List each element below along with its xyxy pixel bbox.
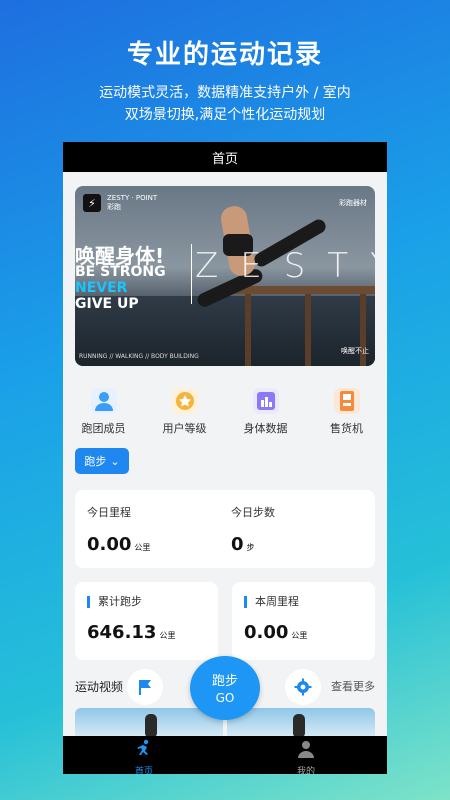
today-steps-unit: 步 [246,543,255,552]
promo-subtitle-line1: 运动模式灵活，数据精准支持户外 / 室内 [99,85,351,101]
week-distance-label: 本周里程 [244,596,307,608]
banner-railing-post [305,294,311,366]
tab-mine[interactable]: 我的 [225,736,387,774]
user-level-icon [171,388,198,414]
video-section-title: 运动视频 [75,680,124,694]
today-steps-value-row: 0步 [231,534,275,555]
banner-slogan: BE STRONG NEVER GIVE UP [75,264,166,312]
banner-slogan-2: NEVER [75,280,128,296]
banner-zesty-text: ZESTY [195,246,375,286]
total-run-value: 646.13 [87,622,157,643]
bottom-tab-bar: 首页 我的 [63,736,387,774]
banner-right-bottom: 唤醒不止 [341,347,369,355]
promo-subtitle: 运动模式灵活，数据精准支持户外 / 室内 双场景切换,满足个性化运动规划 [0,82,450,126]
person-icon [298,741,314,758]
banner-footer: RUNNING // WALKING // BODY BUILDING [79,353,199,360]
total-run-card[interactable]: 累计跑步 646.13 公里 [75,582,218,660]
quick-team-members-label: 跑团成员 [81,422,126,435]
flag-button[interactable] [127,669,163,705]
body-data-icon [252,388,279,414]
video-figure [145,714,157,738]
vending-machine-icon [333,388,360,414]
today-steps: 今日步数 0步 [231,504,275,555]
start-run-label: 跑步 [211,674,238,689]
quick-vending-machine-label: 售货机 [330,422,363,435]
banner-brand-line1: ZESTY · POINT [107,194,158,202]
promo-title: 专业的运动记录 [126,40,323,70]
view-more-link[interactable]: 查看更多 [331,678,375,694]
gear-icon [294,678,312,696]
today-steps-label: 今日步数 [231,506,275,519]
quick-team-members[interactable]: 跑团成员 [63,388,144,436]
week-distance-value-row: 0.00 公里 [244,622,307,643]
quick-user-level[interactable]: 用户等级 [144,388,225,436]
week-distance-value: 0.00 [244,622,289,643]
banner-slogan-1: BE STRONG [75,264,166,280]
page-title: 首页 [211,151,238,167]
week-distance-card[interactable]: 本周里程 0.00 公里 [232,582,375,660]
banner-railing-post [245,294,251,366]
promo-subtitle-line2: 双场景切换,满足个性化运动规划 [124,107,326,123]
quick-body-data-label: 身体数据 [243,422,288,435]
total-run-label: 累计跑步 [87,596,175,608]
video-thumbnail[interactable] [227,708,375,738]
banner-right-top: 彩跑器材 [339,199,367,207]
banner-brand: ZESTY · POINT 彩跑 [107,194,157,212]
top-bar: 首页 [63,142,387,172]
brand-logo-icon: ⚡ [83,194,101,212]
today-stats-card: 今日里程 0.00 公里 今日步数 0步 [75,490,375,568]
total-run-unit: 公里 [159,631,176,640]
start-run-go: GO [215,691,235,705]
banner-slogan-3: GIVE UP [75,296,139,312]
team-members-icon [90,388,117,414]
tab-home[interactable]: 首页 [63,736,225,774]
quick-actions: 跑团成员 用户等级 身体数据 售货机 [63,388,387,436]
total-run: 累计跑步 646.13 公里 [87,596,175,643]
banner-divider [191,244,192,304]
video-thumbnail[interactable] [75,708,223,738]
today-distance-unit: 公里 [134,543,151,552]
quick-vending-machine[interactable]: 售货机 [306,388,387,436]
start-run-button[interactable]: 跑步 GO [190,656,260,720]
chevron-down-icon: ⌄ [110,454,120,468]
video-figure [293,714,305,738]
phone-screen: 首页 ⚡ ZESTY · POINT 彩跑 彩跑器材 ZESTY 唤醒身体! B… [63,142,387,774]
today-distance-value-row: 0.00 公里 [87,534,150,555]
banner-brand-line2: 彩跑 [107,203,121,211]
banner-carousel[interactable]: ⚡ ZESTY · POINT 彩跑 彩跑器材 ZESTY 唤醒身体! BE S… [75,186,375,366]
runner-icon [137,739,149,755]
today-steps-value: 0 [231,534,244,555]
today-distance-label: 今日里程 [87,506,131,519]
quick-user-level-label: 用户等级 [162,422,207,435]
sport-type-dropdown[interactable]: 跑步 ⌄ [75,448,129,474]
tab-home-label: 首页 [134,767,153,774]
quick-body-data[interactable]: 身体数据 [225,388,306,436]
week-distance-unit: 公里 [291,631,308,640]
today-distance: 今日里程 0.00 公里 [87,504,150,555]
week-distance: 本周里程 0.00 公里 [244,596,307,643]
sport-type-label: 跑步 [84,455,107,468]
today-distance-value: 0.00 [87,534,132,555]
settings-button[interactable] [285,669,321,705]
tab-mine-label: 我的 [296,767,315,774]
total-run-value-row: 646.13 公里 [87,622,175,643]
flag-icon [139,680,151,695]
